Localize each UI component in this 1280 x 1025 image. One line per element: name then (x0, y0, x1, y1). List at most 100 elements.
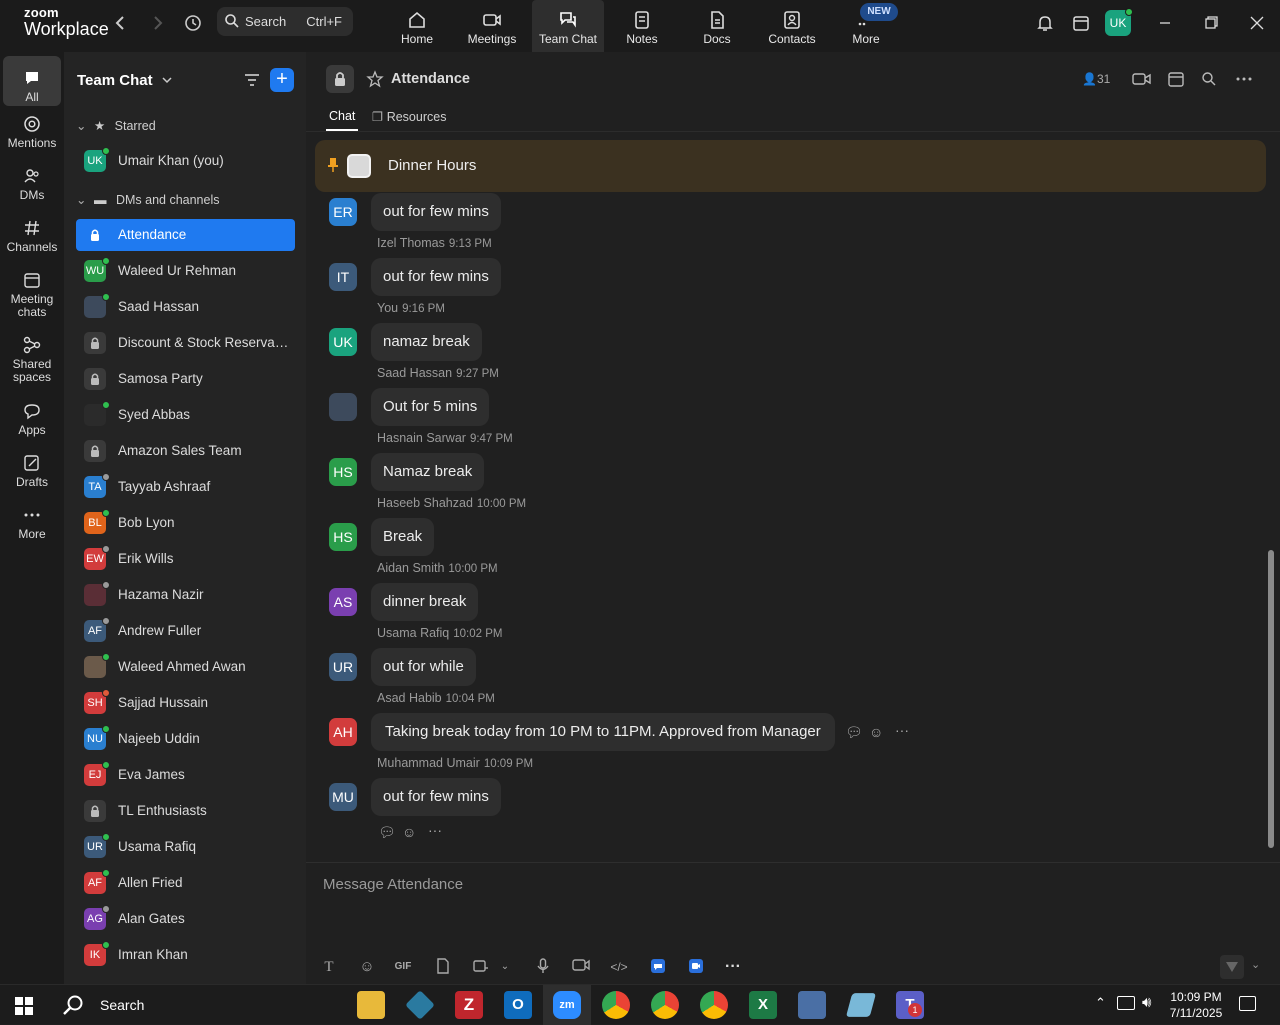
close-icon[interactable] (1246, 12, 1268, 34)
search-icon[interactable] (1201, 71, 1217, 87)
rail-shared-spaces[interactable]: Shared spaces (0, 335, 64, 384)
sender-name[interactable]: Saad Hassan (377, 366, 452, 380)
rail-meeting-chats[interactable]: Meeting chats (0, 270, 64, 319)
avatar[interactable] (329, 393, 357, 421)
excel-icon[interactable]: X (749, 991, 777, 1019)
taskbar-search-icon[interactable] (62, 994, 84, 1021)
rail-more[interactable]: More (0, 505, 64, 541)
sender-name[interactable]: Izel Thomas (377, 236, 445, 250)
app-diamond-icon[interactable] (405, 990, 435, 1020)
tab-resources[interactable]: ❐ Resources (372, 109, 446, 124)
sidebar-item[interactable]: Attendance (76, 219, 295, 251)
chrome-icon[interactable] (700, 991, 728, 1019)
member-count[interactable]: 👤31 (1082, 72, 1110, 86)
network-icon[interactable] (1117, 996, 1135, 1010)
sidebar-item[interactable]: Amazon Sales Team (76, 435, 295, 467)
tab-meetings[interactable]: Meetings (456, 0, 528, 52)
tab-team-chat[interactable]: Team Chat (532, 0, 604, 52)
sidebar-item[interactable]: Waleed Ahmed Awan (76, 651, 295, 683)
sidebar-item[interactable]: AF Allen Fried (76, 867, 295, 899)
sidebar-item[interactable]: UR Usama Rafiq (76, 831, 295, 863)
sidebar-item[interactable]: Saad Hassan (76, 291, 295, 323)
reply-icon[interactable]: 💬︎ (378, 824, 396, 841)
message-bubble[interactable]: namaz break (371, 323, 482, 361)
tab-notes[interactable]: Notes (606, 0, 678, 52)
sender-name[interactable]: Asad Habib (377, 691, 442, 705)
message-bubble[interactable]: Out for 5 mins (371, 388, 490, 426)
video-message-icon[interactable] (572, 958, 590, 976)
tab-chat[interactable]: Chat (329, 109, 355, 123)
emoji-icon[interactable]: ☺ (358, 958, 376, 976)
message-bubble[interactable]: dinner break (371, 583, 479, 621)
rail-dms[interactable]: DMs (0, 166, 64, 202)
message-bubble[interactable]: Break (371, 518, 435, 556)
rail-drafts[interactable]: Drafts (0, 453, 64, 489)
starred-section-header[interactable]: ⌄ ★ Starred (76, 118, 156, 133)
sidebar-item[interactable]: EJ Eva James (76, 759, 295, 791)
windows-start-icon[interactable] (15, 997, 33, 1020)
sidebar-item-umair-khan[interactable]: UK Umair Khan (you) (76, 145, 295, 177)
message-bubble[interactable]: out for while (371, 648, 476, 686)
history-icon[interactable] (182, 12, 204, 34)
send-button[interactable] (1220, 955, 1244, 979)
emoji-reaction-icon[interactable]: ☺ (869, 724, 883, 740)
more-tools-icon[interactable]: ··· (724, 958, 742, 976)
microphone-icon[interactable] (534, 958, 552, 976)
avatar[interactable]: UK (329, 328, 357, 356)
restore-icon[interactable] (1200, 12, 1222, 34)
sidebar-item[interactable]: WU Waleed Ur Rehman (76, 255, 295, 287)
screenshot-icon[interactable] (471, 958, 489, 976)
sender-name[interactable]: You (377, 301, 398, 315)
message-bubble[interactable]: out for few mins (371, 258, 501, 296)
message-bubble[interactable]: Namaz break (371, 453, 485, 491)
sidebar-item[interactable]: TL Enthusiasts (76, 795, 295, 827)
sidebar-item[interactable]: AF Andrew Fuller (76, 615, 295, 647)
scrollbar-thumb[interactable] (1268, 550, 1274, 848)
zoom-app-icon[interactable]: zm (553, 991, 581, 1019)
text-format-icon[interactable]: T (320, 958, 338, 976)
filter-icon[interactable] (244, 72, 260, 88)
avatar[interactable]: MU (329, 783, 357, 811)
send-options-chevron-icon[interactable]: ⌄ (1251, 958, 1260, 971)
message-composer[interactable]: Message Attendance T ☺ GIF ⌄ </> ··· ⌄ (306, 862, 1280, 984)
sidebar-item[interactable]: EW Erik Wills (76, 543, 295, 575)
file-icon[interactable] (434, 958, 452, 976)
rail-apps[interactable]: Apps (0, 401, 64, 437)
reply-icon[interactable]: 💬︎ (845, 724, 863, 741)
avatar[interactable]: IT (329, 263, 357, 291)
tab-contacts[interactable]: Contacts (756, 0, 828, 52)
chat-scrollbar[interactable] (1268, 132, 1274, 850)
sidebar-item[interactable]: Syed Abbas (76, 399, 295, 431)
app-zoom-icon[interactable] (687, 958, 705, 976)
sidebar-item[interactable]: SH Sajjad Hussain (76, 687, 295, 719)
forward-arrow-icon[interactable] (146, 12, 168, 34)
taskbar-search-label[interactable]: Search (100, 997, 144, 1013)
rail-channels[interactable]: Channels (0, 218, 64, 254)
video-call-icon[interactable] (1132, 71, 1152, 87)
tray-chevron-up-icon[interactable]: ⌃ (1095, 995, 1106, 1011)
sidebar-item[interactable]: Discount & Stock Reservati... (76, 327, 295, 359)
message-more-icon[interactable]: ··· (428, 822, 442, 838)
sender-name[interactable]: Muhammad Umair (377, 756, 480, 770)
dms-section-header[interactable]: ⌄ ▬ DMs and channels (76, 192, 219, 207)
sidebar-item[interactable]: AG Alan Gates (76, 903, 295, 935)
channel-title[interactable]: Attendance (391, 71, 470, 87)
notifications-icon[interactable] (1239, 996, 1256, 1011)
sidebar-item[interactable]: IK Imran Khan (76, 939, 295, 971)
app-blue-icon[interactable] (649, 958, 667, 976)
avatar[interactable]: AH (329, 718, 357, 746)
message-more-icon[interactable]: ··· (895, 722, 909, 738)
avatar[interactable]: ER (329, 198, 357, 226)
sidebar-item[interactable]: Samosa Party (76, 363, 295, 395)
message-bubble[interactable]: out for few mins (371, 193, 501, 231)
sender-name[interactable]: Usama Rafiq (377, 626, 449, 640)
sidebar-item[interactable]: TA Tayyab Ashraaf (76, 471, 295, 503)
rail-mentions[interactable]: Mentions (0, 114, 64, 150)
rail-all[interactable]: All (3, 56, 61, 106)
calculator-icon[interactable] (798, 991, 826, 1019)
avatar[interactable]: HS (329, 458, 357, 486)
sender-name[interactable]: Haseeb Shahzad (377, 496, 473, 510)
sidebar-item[interactable]: NU Najeeb Uddin (76, 723, 295, 755)
gif-icon[interactable]: GIF (394, 958, 412, 976)
chrome-icon[interactable] (651, 991, 679, 1019)
